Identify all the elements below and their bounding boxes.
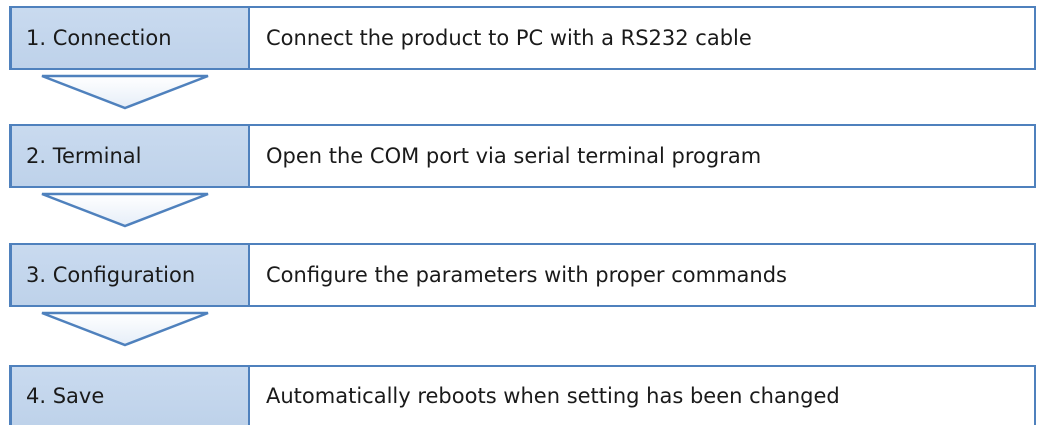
- down-chevron-icon: [41, 311, 209, 347]
- step-label-connection: 1. Connection: [9, 6, 250, 70]
- down-chevron-icon: [41, 192, 209, 228]
- step-description-terminal: Open the COM port via serial terminal pr…: [250, 124, 1036, 188]
- step-row-connection: 1. Connection Connect the product to PC …: [9, 6, 1036, 70]
- step-label-save: 4. Save: [9, 365, 250, 425]
- step-row-configuration: 3. Configuration Configure the parameter…: [9, 243, 1036, 307]
- step-row-terminal: 2. Terminal Open the COM port via serial…: [9, 124, 1036, 188]
- step-label-configuration: 3. Configuration: [9, 243, 250, 307]
- step-label-terminal: 2. Terminal: [9, 124, 250, 188]
- step-description-configuration: Configure the parameters with proper com…: [250, 243, 1036, 307]
- step-description-save: Automatically reboots when setting has b…: [250, 365, 1036, 425]
- step-description-connection: Connect the product to PC with a RS232 c…: [250, 6, 1036, 70]
- down-chevron-icon: [41, 74, 209, 110]
- step-row-save: 4. Save Automatically reboots when setti…: [9, 365, 1036, 425]
